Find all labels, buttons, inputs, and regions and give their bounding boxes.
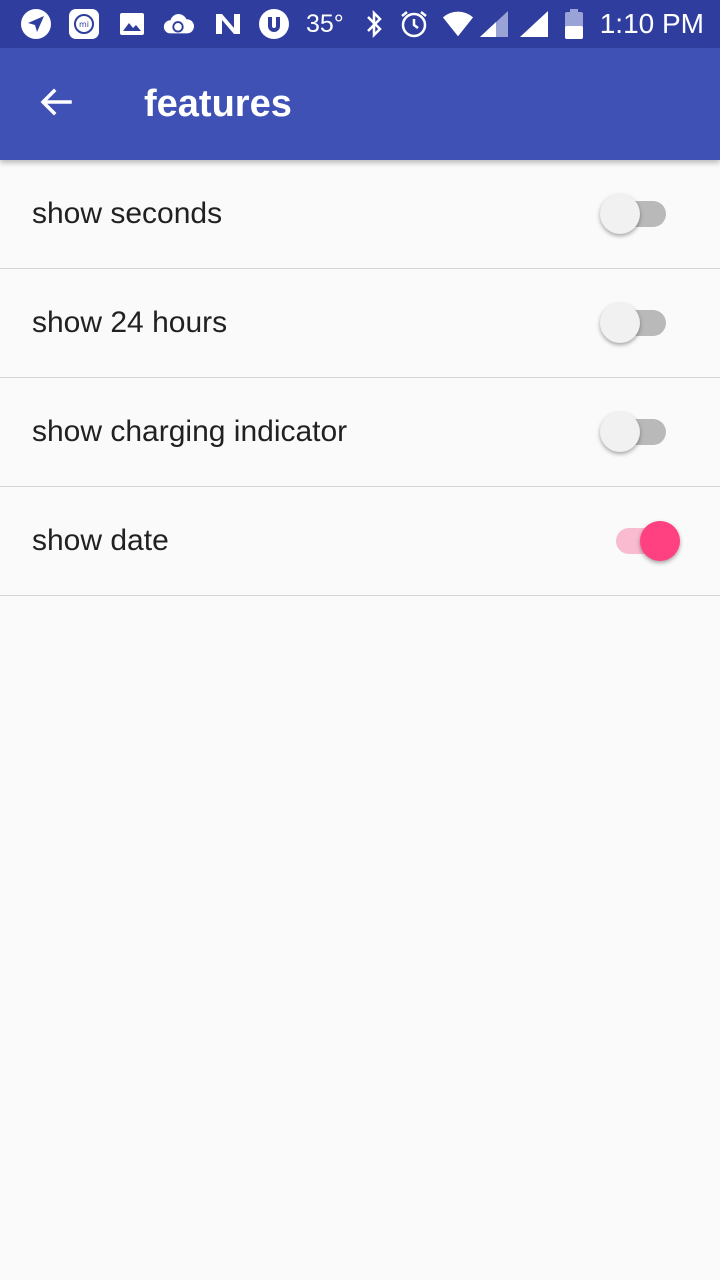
page-title: features <box>144 83 292 125</box>
setting-label: show 24 hours <box>32 306 228 339</box>
setting-row-show-charging-indicator[interactable]: show charging indicator <box>0 378 720 487</box>
bluetooth-icon <box>358 8 390 40</box>
setting-row-show-date[interactable]: show date <box>0 487 720 596</box>
switch-thumb <box>600 194 640 234</box>
image-icon <box>116 8 148 40</box>
signal-icon <box>478 8 510 40</box>
temperature-text: 35° <box>306 10 344 38</box>
switch-thumb <box>600 303 640 343</box>
setting-label: show charging indicator <box>32 415 348 448</box>
mi-icon: mi <box>68 8 100 40</box>
show-seconds-switch[interactable] <box>598 192 686 236</box>
utorrent-icon <box>258 8 290 40</box>
show-24-hours-switch[interactable] <box>598 301 686 345</box>
setting-label: show seconds <box>32 197 223 230</box>
settings-list: show seconds show 24 hours show charging… <box>0 160 720 596</box>
wifi-icon <box>442 8 474 40</box>
status-bar: mi 35° 1:10 PM <box>0 0 720 48</box>
switch-thumb <box>600 412 640 452</box>
back-button[interactable] <box>24 72 88 136</box>
send-icon <box>20 8 52 40</box>
svg-text:mi: mi <box>79 20 89 29</box>
arrow-left-icon <box>38 84 74 125</box>
switch-thumb <box>640 521 680 561</box>
setting-label: show date <box>32 524 169 557</box>
show-date-switch[interactable] <box>598 519 686 563</box>
alarm-icon <box>398 8 430 40</box>
battery-icon <box>558 8 590 40</box>
show-charging-indicator-switch[interactable] <box>598 410 686 454</box>
n-icon <box>212 8 244 40</box>
setting-row-show-seconds[interactable]: show seconds <box>0 160 720 269</box>
cloud-sync-icon <box>162 8 194 40</box>
setting-row-show-24-hours[interactable]: show 24 hours <box>0 269 720 378</box>
screen: mi 35° 1:10 PM features show seconds sho… <box>0 0 720 1280</box>
status-time: 1:10 PM <box>599 8 704 39</box>
app-bar: features <box>0 48 720 160</box>
signal-icon-2 <box>518 8 550 40</box>
